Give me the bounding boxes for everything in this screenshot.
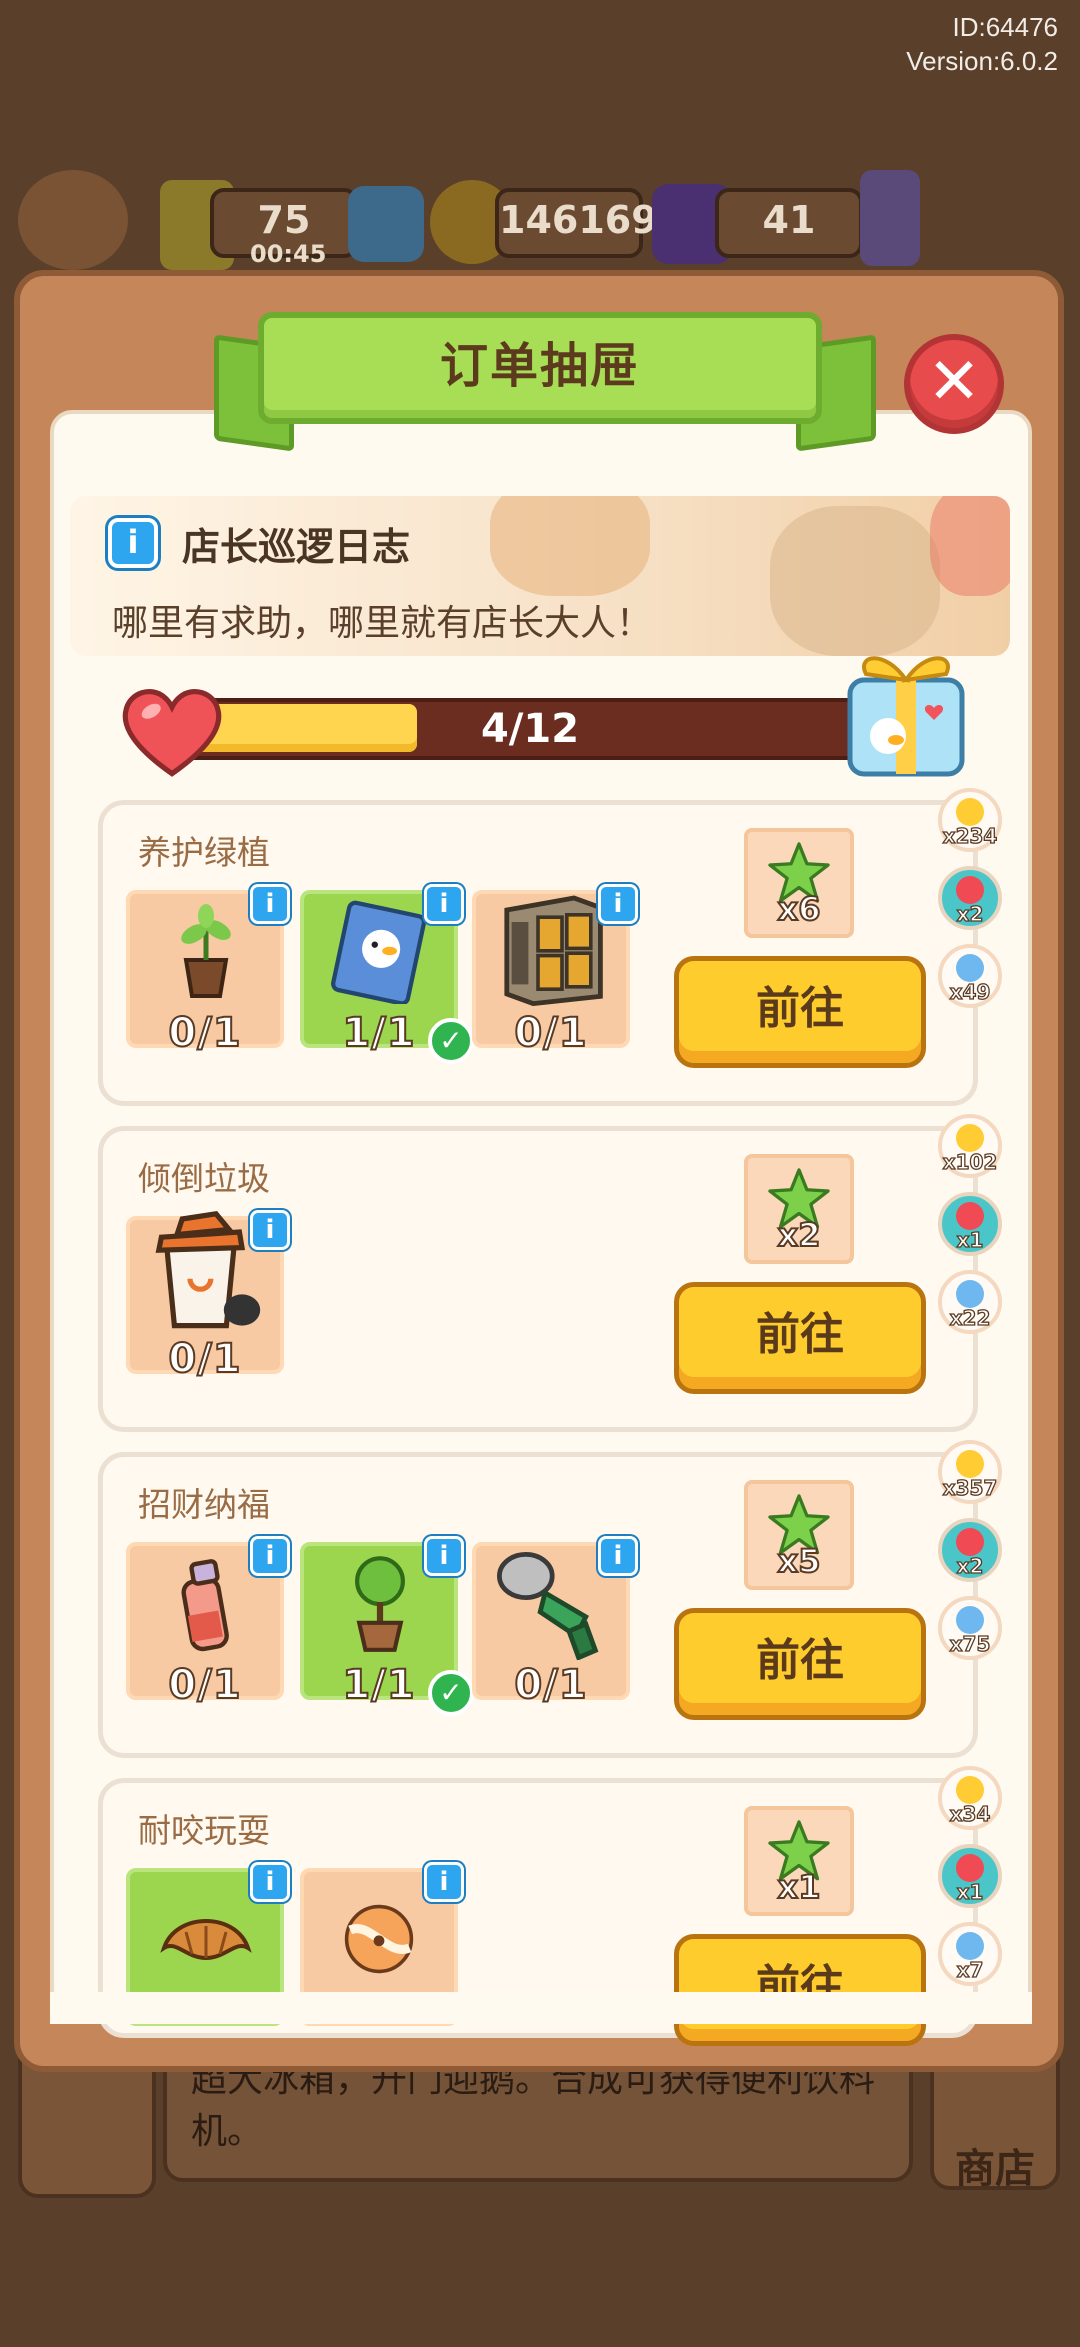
- item-count: 0/1: [513, 1661, 588, 1709]
- flash-booster-icon[interactable]: [348, 186, 424, 262]
- gem-value: 41: [762, 198, 816, 242]
- top-info: ID:64476 Version:6.0.2: [906, 10, 1058, 78]
- drop-icon: [956, 954, 984, 982]
- progress-text: 4/12: [480, 706, 580, 752]
- heart-icon: [122, 689, 222, 777]
- reward-count: x1: [777, 1867, 822, 1907]
- sprout-pot-icon: [181, 904, 231, 998]
- heart-icon: [956, 1202, 984, 1230]
- info-icon[interactable]: i: [250, 1210, 290, 1250]
- go-button[interactable]: 前往: [674, 1608, 926, 1720]
- version-label: Version:6.0.2: [906, 46, 1058, 76]
- locker-cabinet-icon: [504, 895, 603, 1006]
- side-reward-count: x2: [956, 1553, 984, 1578]
- check-icon: ✓: [428, 1670, 474, 1716]
- sun-icon: [956, 1450, 984, 1478]
- info-icon[interactable]: i: [250, 1536, 290, 1576]
- penguin-book-icon: [331, 900, 427, 1004]
- side-reward-count: x1: [956, 1879, 984, 1904]
- heart-icon: [956, 876, 984, 904]
- side-reward-count: x102: [942, 1149, 998, 1174]
- side-reward-count: x2: [956, 901, 984, 926]
- shop-label: 商店: [955, 2146, 1035, 2192]
- info-icon[interactable]: i: [250, 1862, 290, 1902]
- order-title: 耐咬玩耍: [138, 1811, 270, 1850]
- reward-count: x6: [777, 889, 822, 929]
- side-reward-count: x34: [949, 1801, 991, 1826]
- close-icon: ✕: [927, 345, 981, 419]
- deco-bread-icon: [490, 496, 650, 596]
- info-icon[interactable]: i: [424, 884, 464, 924]
- item-count: 0/1: [167, 1335, 242, 1383]
- go-button-label: 前往: [756, 983, 844, 1034]
- side-reward-count: x357: [942, 1475, 998, 1500]
- user-id: ID:64476: [952, 12, 1058, 42]
- heart-icon: [956, 1854, 984, 1882]
- info-icon[interactable]: i: [424, 1862, 464, 1902]
- go-button[interactable]: 前往: [674, 956, 926, 1068]
- info-icon[interactable]: i: [598, 884, 638, 924]
- modal-title: 订单抽屉: [439, 338, 640, 394]
- item-count: 0/1: [167, 1661, 242, 1709]
- header-title: 店长巡逻日志: [182, 525, 411, 569]
- sun-icon: [956, 1776, 984, 1804]
- power-drill-icon: [496, 1552, 599, 1660]
- info-icon[interactable]: i: [250, 884, 290, 924]
- sun-icon: [956, 1124, 984, 1152]
- reward-count: x5: [777, 1541, 822, 1581]
- drop-icon: [956, 1280, 984, 1308]
- item-count: 0/1: [167, 1009, 242, 1057]
- side-reward-count: x1: [956, 1227, 984, 1252]
- drop-icon: [956, 1932, 984, 1960]
- trash-bin-icon: [155, 1211, 261, 1329]
- coin-value: 146169: [499, 198, 658, 242]
- gem-counter: 41: [715, 188, 863, 258]
- go-button-label: 前往: [756, 1309, 844, 1360]
- pet-ball-icon: [344, 1904, 414, 1974]
- gift-box-icon[interactable]: [836, 640, 976, 780]
- reward-count: x2: [777, 1215, 822, 1255]
- side-reward-count: x49: [949, 979, 991, 1004]
- side-reward-count: x7: [956, 1957, 984, 1982]
- coin-counter: 146169: [495, 188, 658, 258]
- scroll-mask: [50, 1992, 1032, 2024]
- order-title: 倾倒垃圾: [138, 1159, 270, 1198]
- order-title: 养护绿植: [138, 833, 270, 872]
- check-icon: ✓: [428, 1018, 474, 1064]
- close-button[interactable]: ✕: [904, 334, 1004, 434]
- order-title: 招财纳福: [138, 1485, 270, 1524]
- energy-value: 75: [257, 198, 311, 242]
- info-icon[interactable]: i: [598, 1536, 638, 1576]
- lotion-bottle-icon: [181, 1559, 229, 1652]
- croissant-icon: [160, 1919, 252, 1961]
- side-reward-count: x75: [949, 1631, 991, 1656]
- sun-icon: [956, 798, 984, 826]
- go-button[interactable]: 前往: [674, 1934, 926, 2046]
- energy-timer: 00:45: [250, 240, 327, 268]
- deco-bag-icon: [770, 506, 940, 656]
- map-event-icon[interactable]: [860, 170, 920, 266]
- item-count: 0/1: [513, 1009, 588, 1057]
- side-reward-count: x234: [942, 823, 998, 848]
- go-button-label: 前往: [756, 1635, 844, 1686]
- side-reward-count: x22: [949, 1305, 991, 1330]
- drop-icon: [956, 1606, 984, 1634]
- header-subtitle: 哪里有求助，哪里就有店长大人！: [112, 603, 653, 644]
- event-bell-icon[interactable]: [18, 170, 128, 270]
- deco-ribbon-icon: [930, 496, 1010, 596]
- go-button[interactable]: 前往: [674, 1282, 926, 1394]
- info-icon[interactable]: i: [424, 1536, 464, 1576]
- heart-icon: [956, 1528, 984, 1556]
- potted-tree-icon: [355, 1556, 405, 1652]
- info-icon[interactable]: i: [108, 518, 158, 568]
